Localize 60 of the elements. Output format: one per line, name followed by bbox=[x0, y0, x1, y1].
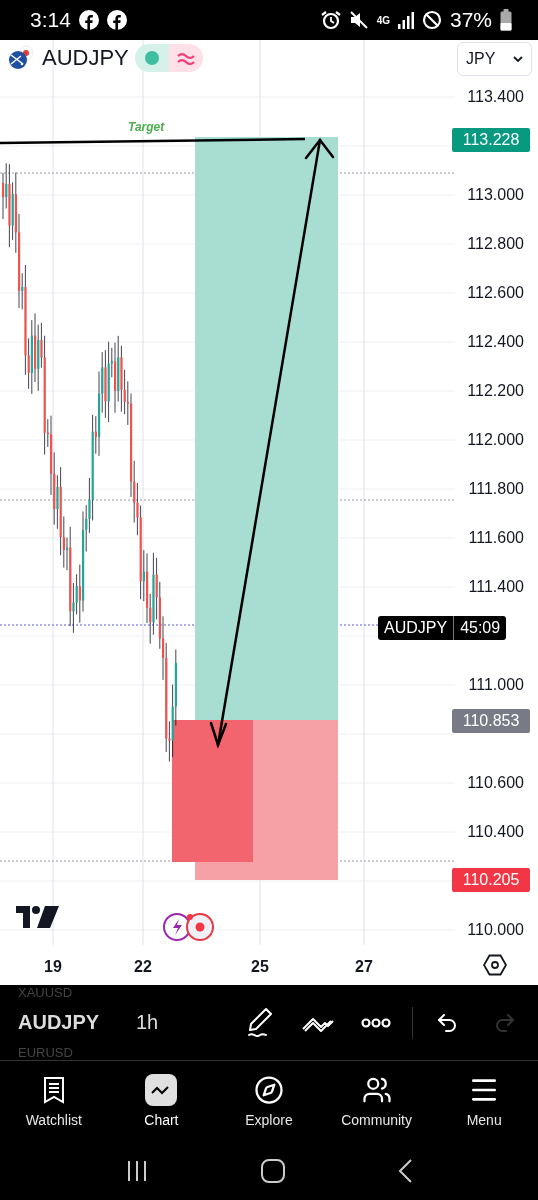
back-icon[interactable] bbox=[397, 1158, 412, 1183]
target-label: Target bbox=[128, 120, 165, 134]
price-axis-label: 111.400 bbox=[468, 578, 524, 596]
price-axis-label: 111.000 bbox=[468, 676, 524, 694]
logo-icon bbox=[16, 906, 59, 928]
price-axis-label: 111.800 bbox=[468, 480, 524, 498]
do-not-disturb-icon bbox=[421, 10, 442, 30]
market-open-icon bbox=[144, 51, 159, 65]
status-time: 3:14 bbox=[30, 8, 71, 32]
price-axis-label: 111.600 bbox=[468, 529, 524, 547]
entry-price-tag: 110.853 bbox=[452, 709, 530, 733]
settings-icon[interactable] bbox=[483, 954, 507, 976]
nav-tab[interactable]: Explore bbox=[215, 1061, 323, 1141]
facebook-icon bbox=[78, 10, 99, 30]
network-type: 4G bbox=[376, 14, 390, 26]
market-status-badge[interactable] bbox=[134, 44, 203, 72]
price-axis-label: 112.800 bbox=[467, 235, 524, 253]
time-axis-label: 25 bbox=[251, 958, 269, 976]
bookmark-list-icon bbox=[41, 1076, 66, 1104]
approx-icon bbox=[176, 51, 195, 65]
time-axis-label: 27 bbox=[355, 958, 373, 976]
price-axis-label: 112.000 bbox=[467, 431, 524, 449]
time-axis-label: 22 bbox=[134, 958, 152, 976]
price-axis-label: 113.400 bbox=[467, 88, 524, 106]
countdown-time: 45:09 bbox=[453, 616, 507, 640]
price-axis-label: 112.200 bbox=[467, 382, 524, 400]
recent-apps-icon[interactable] bbox=[126, 1159, 149, 1182]
events-icon[interactable] bbox=[162, 912, 216, 942]
symbol-name[interactable]: AUDJPY bbox=[42, 45, 129, 71]
mute-icon bbox=[348, 10, 369, 30]
price-axis-label: 110.600 bbox=[467, 774, 524, 792]
price-axis-label: 112.400 bbox=[467, 333, 524, 351]
stop-loss-price-tag: 110.205 bbox=[452, 868, 530, 892]
facebook-icon bbox=[106, 10, 127, 30]
battery-percent: 37% bbox=[449, 8, 492, 32]
currency-dropdown[interactable]: JPY bbox=[457, 42, 532, 76]
countdown-symbol: AUDJPY bbox=[383, 618, 449, 638]
price-axis-label: 110.000 bbox=[467, 921, 524, 939]
signal-icon bbox=[397, 11, 414, 29]
take-profit-price-tag: 113.228 bbox=[452, 128, 530, 152]
toolbar-symbol[interactable]: AUDJPY bbox=[18, 1011, 136, 1034]
line-chart-icon bbox=[151, 1084, 172, 1096]
price-axis-label: 112.600 bbox=[467, 284, 524, 302]
more-icon bbox=[361, 1017, 391, 1028]
people-icon bbox=[361, 1075, 392, 1105]
interval[interactable]: 1h bbox=[136, 1011, 224, 1034]
flag-icon bbox=[8, 44, 36, 72]
price-axis-label: 110.400 bbox=[467, 823, 524, 841]
chevron-down-icon bbox=[513, 56, 523, 62]
nav-tab[interactable]: Watchlist bbox=[0, 1061, 108, 1141]
alarm-icon bbox=[320, 10, 341, 30]
battery-icon bbox=[500, 9, 512, 31]
compass-icon bbox=[254, 1075, 284, 1105]
home-icon[interactable] bbox=[261, 1158, 285, 1183]
nav-tab[interactable]: Community bbox=[322, 1061, 431, 1141]
time-axis-label: 19 bbox=[44, 958, 62, 976]
nav-tab[interactable]: Chart bbox=[107, 1061, 216, 1141]
nav-tab[interactable]: Menu bbox=[430, 1061, 538, 1141]
price-axis-label: 113.000 bbox=[467, 186, 524, 204]
pencil-icon bbox=[246, 1006, 274, 1039]
